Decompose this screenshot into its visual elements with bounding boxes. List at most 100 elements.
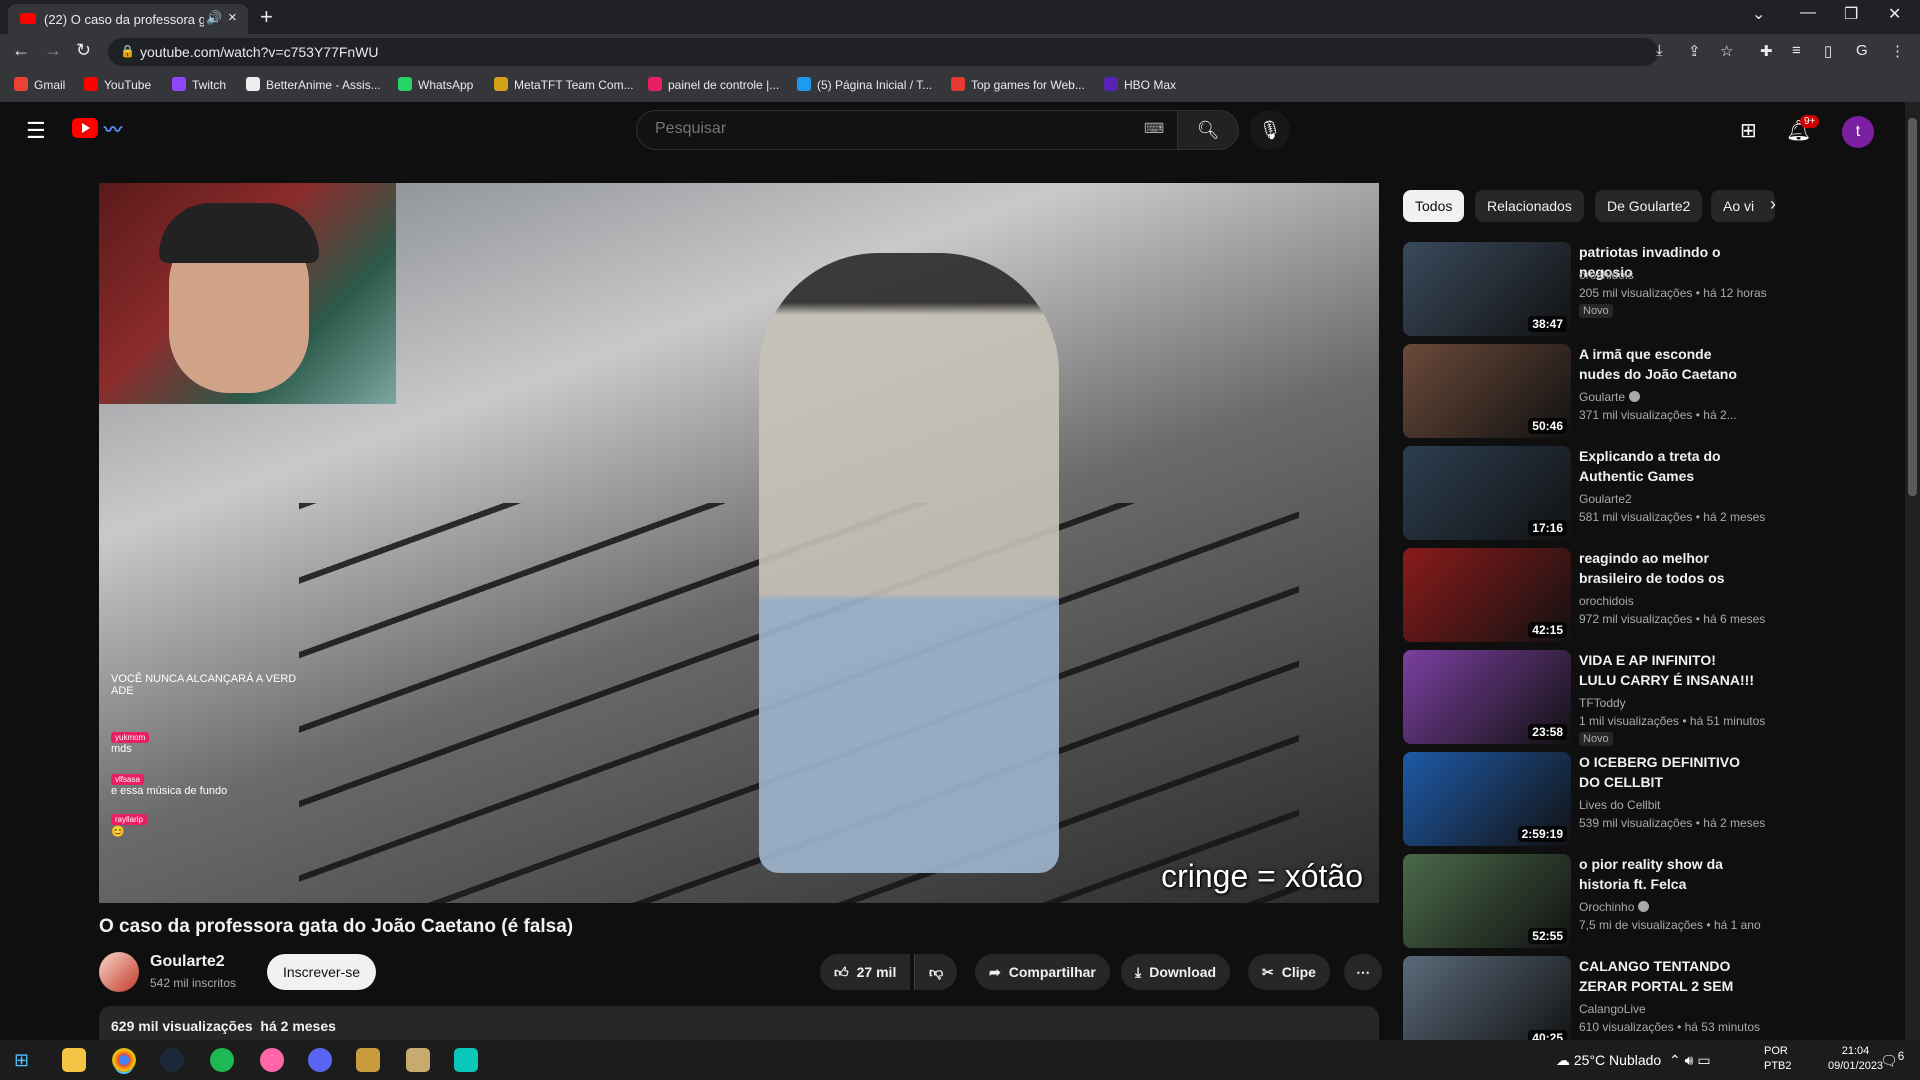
close-tab-icon[interactable]: × [228,9,237,26]
hamburger-menu-icon[interactable]: ☰ [26,118,46,144]
keyboard-icon[interactable]: ⌨ [1144,120,1164,137]
back-icon[interactable]: ← [12,40,30,61]
recommended-video[interactable]: 40:25 CALANGO TENTANDO ZERAR PORTAL 2 SEM… [1403,956,1760,1051]
recommended-title[interactable]: A irmã que esconde nudes do João Caetano [1579,344,1754,384]
filter-chip[interactable]: De Goularte2 [1595,190,1703,222]
discord-icon[interactable] [308,1048,332,1072]
recommended-title[interactable]: o pior reality show da historia ft. Felc… [1579,854,1754,894]
windows-start-icon[interactable]: ⊞ [14,1050,29,1071]
bookmark-item[interactable]: WhatsApp [398,77,473,92]
share-button[interactable]: ➦ Compartilhar [975,954,1110,990]
recommended-channel[interactable]: orochidois [1579,268,1634,282]
new-tab-button[interactable]: + [260,4,273,30]
reload-icon[interactable]: ↻ [76,40,91,61]
youtube-doodle-icon[interactable]: 〰 [104,116,122,142]
media-control-icon[interactable]: ≡ [1792,42,1801,59]
video-thumbnail[interactable]: 42:15 [1403,548,1571,642]
bookmark-item[interactable]: Top games for Web... [951,77,1085,92]
dislike-button[interactable]: 👎︎ [914,954,958,990]
filter-chip[interactable]: Relacionados [1475,190,1584,222]
browser-tab-active[interactable]: (22) O caso da professora ga 🔊 × [8,4,248,34]
league-game-icon[interactable] [454,1048,478,1072]
video-thumbnail[interactable]: 2:59:19 [1403,752,1571,846]
clip-button[interactable]: ✂ Clipe [1248,954,1330,990]
recommended-channel[interactable]: Lives do Cellbit [1579,798,1660,812]
chevron-right-icon[interactable]: › [1770,194,1776,215]
recommended-channel[interactable]: Orochinho [1579,900,1650,914]
speaker-icon[interactable]: 🔊 [206,10,222,26]
extensions-icon[interactable]: ✚ [1760,42,1773,60]
profile-icon[interactable]: G [1856,42,1868,59]
bookmark-item[interactable]: BetterAnime - Assis... [246,77,381,92]
steam-icon[interactable] [160,1048,184,1072]
search-button[interactable]: 🔍︎ [1177,110,1239,150]
more-actions-button[interactable]: ⋯ [1344,954,1382,990]
language-indicator[interactable]: POR PTB2 [1764,1044,1792,1074]
channel-avatar[interactable] [99,952,139,992]
bookmark-item[interactable]: painel de controle |... [648,77,779,92]
video-thumbnail[interactable]: 38:47 [1403,242,1571,336]
notification-center-icon[interactable]: 🗨︎6 [1880,1050,1904,1070]
filter-chip[interactable]: Todos [1403,190,1465,222]
create-video-icon[interactable]: ⊞ [1740,118,1757,143]
address-bar[interactable]: 🔒 youtube.com/watch?v=c753Y77FnWU [108,38,1658,66]
minimize-button[interactable]: — [1800,4,1816,22]
subscribe-button[interactable]: Inscrever-se [267,954,377,990]
recommended-video[interactable]: 38:47 patriotas invadindo o negosio orochi… [1403,242,1767,337]
bookmark-item[interactable]: (5) Página Inicial / T... [797,77,932,92]
bookmark-item[interactable]: YouTube [84,77,151,92]
bookmark-star-icon[interactable]: ☆ [1720,42,1733,60]
recommended-channel[interactable]: Goularte2 [1579,492,1632,506]
sidepanel-icon[interactable]: ▯ [1824,42,1832,60]
recommended-video[interactable]: 50:46 A irmã que esconde nudes do João Ca… [1403,344,1753,439]
filter-chip[interactable]: Ao vi [1711,190,1775,222]
file-explorer-icon[interactable] [62,1048,86,1072]
osu-icon[interactable] [260,1048,284,1072]
restore-button[interactable]: ❐ [1844,4,1858,24]
recommended-channel[interactable]: orochidois [1579,594,1634,608]
video-thumbnail[interactable]: 50:46 [1403,344,1571,438]
bookmark-item[interactable]: MetaTFT Team Com... [494,77,634,92]
like-button[interactable]: 👍︎ 27 mil [820,954,911,990]
chrome-menu-icon[interactable]: ⋮ [1890,42,1905,60]
account-avatar[interactable]: t [1842,116,1874,148]
recommended-title[interactable]: reagindo ao melhor brasileiro de todos o… [1579,548,1754,588]
recommended-channel[interactable]: CalangoLive [1579,1002,1646,1016]
recommended-video[interactable]: 23:58 VIDA E AP INFINITO! LULU CARRY É IN… [1403,650,1765,746]
recommended-title[interactable]: Explicando a treta do Authentic Games [1579,446,1754,486]
recommended-video[interactable]: 52:55 o pior reality show da historia ft.… [1403,854,1761,949]
recommended-video[interactable]: 17:16 Explicando a treta do Authentic Gam… [1403,446,1765,541]
recommended-video[interactable]: 2:59:19 O ICEBERG DEFINITIVO DO CELLBIT Li… [1403,752,1765,847]
league-client-icon[interactable] [356,1048,380,1072]
tab-search-icon[interactable]: ⌄ [1752,4,1765,24]
voice-search-button[interactable]: 🎙︎ [1250,110,1290,150]
bookmark-item[interactable]: Gmail [14,77,65,92]
recommended-title[interactable]: O ICEBERG DEFINITIVO DO CELLBIT [1579,752,1754,792]
video-thumbnail[interactable]: 40:25 [1403,956,1571,1050]
download-button[interactable]: ⤓ Download [1121,954,1231,990]
close-window-button[interactable]: ✕ [1888,4,1901,24]
weather-widget[interactable]: ☁ 25°C Nublado ⌃ 🔊︎ ▭ [1556,1052,1711,1069]
search-input[interactable] [653,119,1127,139]
recommended-video[interactable]: 42:15 reagindo ao melhor brasileiro de to… [1403,548,1765,643]
install-icon[interactable]: ⤓ [1656,42,1663,59]
search-box[interactable] [636,110,1178,150]
recommended-channel[interactable]: TFToddy [1579,696,1626,710]
recommended-title[interactable]: VIDA E AP INFINITO! LULU CARRY É INSANA!… [1579,650,1754,690]
scrollbar-thumb[interactable] [1908,118,1917,496]
bookmark-item[interactable]: HBO Max [1104,77,1176,92]
riot-client-icon[interactable] [406,1048,430,1072]
recommended-title[interactable]: CALANGO TENTANDO ZERAR PORTAL 2 SEM USAR… [1579,956,1754,996]
video-player[interactable]: VOCÊ NUNCA ALCANÇARÁ A VERD ADE yukmom mds… [99,183,1379,903]
forward-icon[interactable]: → [44,40,62,61]
video-thumbnail[interactable]: 52:55 [1403,854,1571,948]
video-thumbnail[interactable]: 17:16 [1403,446,1571,540]
system-clock[interactable]: 21:04 09/01/2023 [1828,1044,1883,1074]
video-thumbnail[interactable]: 23:58 [1403,650,1571,744]
chrome-taskbar-icon[interactable] [112,1048,136,1072]
share-icon[interactable]: ⇪ [1688,42,1701,60]
bookmark-item[interactable]: Twitch [172,77,226,92]
youtube-logo[interactable] [72,118,98,138]
channel-name[interactable]: Goularte2 [150,953,225,971]
recommended-channel[interactable]: Goularte [1579,390,1641,404]
